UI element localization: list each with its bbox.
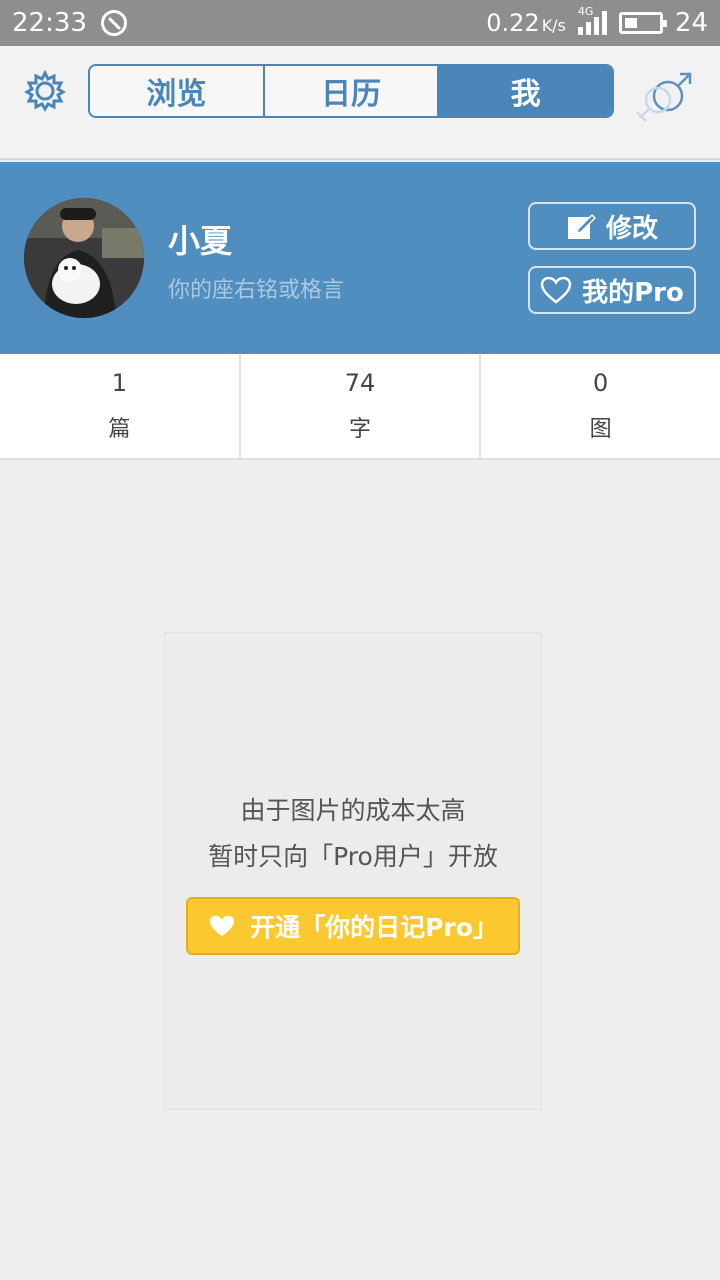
settings-gear-icon[interactable] (24, 69, 66, 112)
signal-icon: 4G (577, 5, 607, 35)
stat-characters-value: 74 (344, 369, 376, 397)
battery-level: 24 (674, 8, 708, 38)
stat-entries[interactable]: 1 篇 (0, 354, 241, 458)
stat-images-label: 图 (589, 417, 612, 442)
tab-calendar[interactable]: 日历 (264, 66, 440, 116)
tab-browse[interactable]: 浏览 (90, 66, 265, 116)
username: 小夏 (168, 222, 233, 260)
stat-images-value: 0 (593, 369, 609, 397)
avatar[interactable] (24, 198, 144, 318)
tab-me[interactable]: 我 (439, 66, 612, 116)
heart-icon (210, 915, 235, 937)
pro-notice-line-2: 暂时只向「Pro用户」开放 (208, 842, 498, 871)
heart-outline-icon (540, 276, 572, 304)
subscribe-pro-button[interactable]: 开通「你的日记Pro」 (186, 897, 520, 955)
edit-profile-button[interactable]: 修改 (528, 202, 696, 250)
status-time: 22:33 (12, 8, 87, 38)
top-nav: 浏览 日历 我 (0, 46, 720, 160)
gender-icon[interactable] (632, 66, 698, 132)
my-pro-label: 我的Pro (582, 277, 684, 308)
main-tab-bar: 浏览 日历 我 (88, 64, 614, 118)
stat-characters[interactable]: 74 字 (241, 354, 482, 458)
edit-icon (567, 213, 596, 239)
motto-text[interactable]: 你的座右铭或格言 (168, 272, 344, 304)
pro-notice-line-1: 由于图片的成本太高 (240, 796, 466, 825)
profile-banner: 小夏 你的座右铭或格言 修改 我的Pro (0, 162, 720, 354)
edit-label: 修改 (605, 213, 658, 244)
stat-entries-label: 篇 (108, 417, 131, 442)
stat-entries-value: 1 (111, 369, 127, 397)
stat-images[interactable]: 0 图 (481, 354, 720, 458)
battery-icon (618, 12, 667, 34)
subscribe-pro-label: 开通「你的日记Pro」 (250, 913, 498, 942)
stats-row: 1 篇 74 字 0 图 (0, 354, 720, 460)
net-speed: 0.22 K/s (486, 9, 566, 37)
do-not-disturb-icon (100, 10, 127, 36)
my-pro-button[interactable]: 我的Pro (528, 266, 696, 314)
stat-characters-label: 字 (349, 417, 372, 442)
pro-notice-card: 由于图片的成本太高 暂时只向「Pro用户」开放 开通「你的日记Pro」 (164, 632, 542, 1110)
status-bar: 22:33 0.22 K/s 4G 24 (0, 0, 720, 46)
